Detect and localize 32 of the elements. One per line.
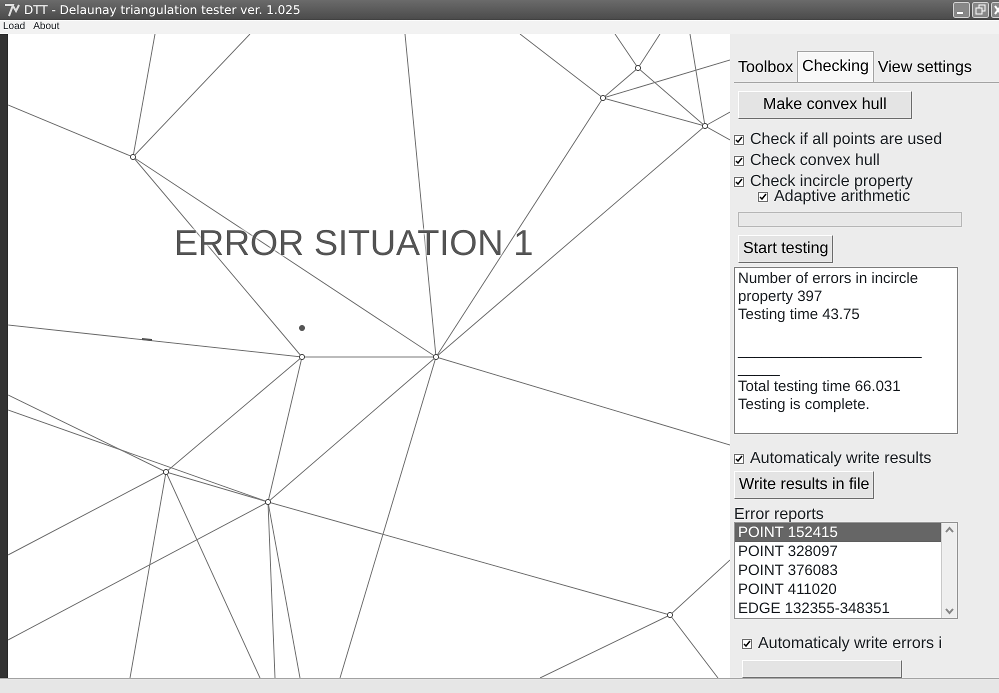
checkbox-label[interactable]: Check convex hull (750, 152, 880, 169)
list-label: Error reports (734, 507, 825, 522)
list-item[interactable]: POINT 411020 (735, 580, 941, 599)
list-item[interactable]: EDGE 132355-348351 (735, 599, 941, 618)
write-errors-button[interactable] (742, 660, 902, 678)
checkbox-label[interactable]: Check incircle property (750, 173, 913, 190)
checkbox[interactable] (758, 192, 768, 202)
checkbox[interactable] (734, 454, 744, 464)
menu-item[interactable]: About (33, 20, 60, 34)
checkbox-label[interactable]: Check if all points are used (750, 131, 942, 148)
checkbox[interactable] (734, 176, 744, 186)
checkbox-label[interactable]: Adaptive arithmetic (774, 190, 910, 204)
checkbox[interactable] (734, 134, 744, 144)
menu-item[interactable]: Load (3, 20, 26, 34)
list-item[interactable]: POINT 376083 (735, 561, 941, 580)
checkbox[interactable] (734, 156, 744, 166)
list-item[interactable]: POINT 328097 (735, 542, 941, 561)
scrollbar[interactable] (941, 523, 957, 618)
start-testing-button[interactable]: Start testing (738, 235, 834, 264)
results-box: Number of errors in incircle property 397 Testing time 43.75 ______________________ _____ Total testing time 66.031 Testing is complete. (734, 267, 958, 434)
app-logo-icon (4, 3, 20, 17)
list-item[interactable]: POINT 152415 (735, 523, 941, 542)
minimize-icon[interactable] (953, 2, 970, 18)
write-results-button[interactable]: Write results in file (734, 471, 874, 499)
make-convex-hull-button[interactable]: Make convex hull (738, 91, 912, 119)
checkbox-label[interactable]: Automaticaly write errors i (758, 635, 942, 652)
window-title: DTT - Delaunay triangulation tester ver. 1.025 (24, 2, 301, 19)
restore-icon[interactable] (972, 2, 989, 18)
checkbox[interactable] (742, 638, 752, 648)
tab[interactable]: Checking (797, 51, 874, 82)
close-icon[interactable] (991, 2, 999, 18)
checkbox-label[interactable]: Automaticaly write results (750, 450, 932, 467)
